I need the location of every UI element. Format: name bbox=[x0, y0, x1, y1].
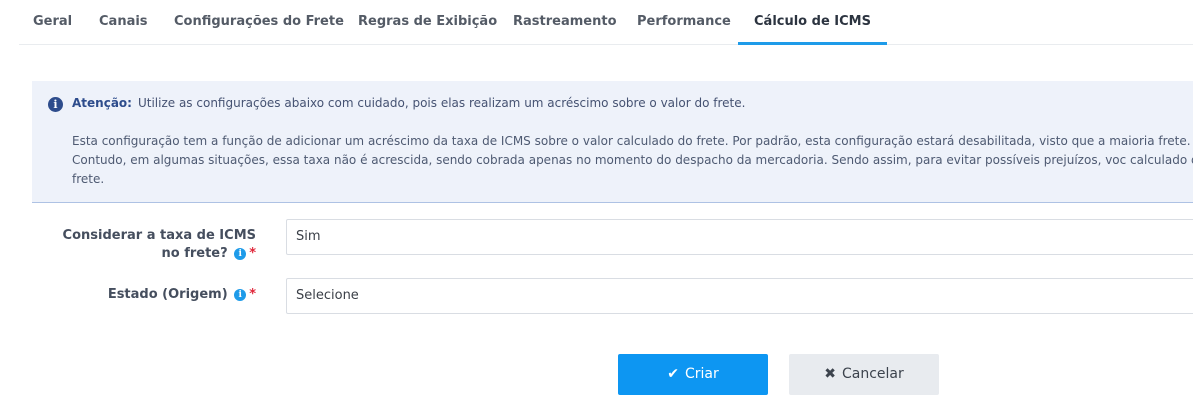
tab-bar: Geral Canais Configurações do Frete Regr… bbox=[19, 0, 1193, 45]
info-icon: i bbox=[48, 97, 63, 112]
required-marker: * bbox=[249, 287, 256, 302]
tab-regras-de-exibicao[interactable]: Regras de Exibição bbox=[358, 0, 497, 45]
create-button-label: Criar bbox=[684, 366, 719, 382]
attention-alert: i Atenção: Utilize as configurações abaix… bbox=[32, 81, 1193, 203]
estado-label-text: Estado (Origem) bbox=[107, 287, 228, 302]
alert-intro: Utilize as configurações abaixo com cuid… bbox=[137, 96, 746, 110]
alert-intro-line: Atenção: Utilize as configurações abaixo … bbox=[72, 96, 745, 110]
info-icon[interactable]: i bbox=[234, 247, 247, 260]
cancel-button-label: Cancelar bbox=[841, 366, 904, 382]
info-icon[interactable]: i bbox=[234, 288, 247, 301]
tab-geral[interactable]: Geral bbox=[33, 0, 72, 45]
icms-select[interactable]: Sim bbox=[286, 219, 1193, 255]
tab-canais[interactable]: Canais bbox=[99, 0, 148, 45]
tab-configuracoes-do-frete[interactable]: Configurações do Frete bbox=[174, 0, 344, 45]
tab-performance[interactable]: Performance bbox=[637, 0, 731, 45]
create-button[interactable]: ✔ Criar bbox=[618, 354, 768, 395]
tab-rastreamento[interactable]: Rastreamento bbox=[513, 0, 617, 45]
alert-title: Atenção: bbox=[72, 96, 132, 110]
estado-select[interactable]: Selecione bbox=[286, 278, 1193, 314]
icms-label-text: Considerar a taxa de ICMS no frete? bbox=[62, 228, 256, 261]
close-icon: ✖ bbox=[824, 366, 836, 382]
required-marker: * bbox=[249, 246, 256, 261]
icms-field-label: Considerar a taxa de ICMS no frete? i * bbox=[46, 227, 256, 263]
alert-body: Esta configuração tem a função de adicio… bbox=[72, 134, 1193, 186]
estado-field-label: Estado (Origem) i * bbox=[36, 286, 256, 304]
cancel-button[interactable]: ✖ Cancelar bbox=[789, 354, 939, 395]
page: Geral Canais Configurações do Frete Regr… bbox=[0, 0, 1193, 415]
tab-calculo-de-icms[interactable]: Cálculo de ICMS bbox=[738, 0, 887, 45]
check-icon: ✔ bbox=[667, 366, 679, 382]
